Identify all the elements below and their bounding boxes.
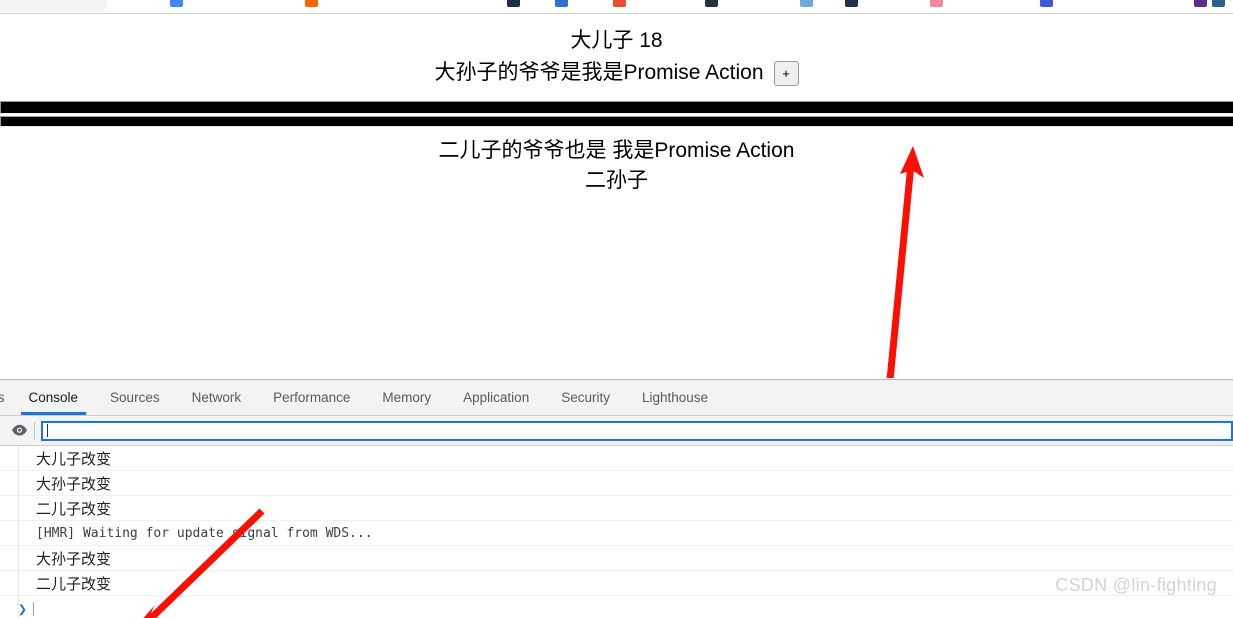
console-gutter bbox=[18, 446, 19, 618]
divider-bar-top bbox=[0, 101, 1233, 114]
browser-chrome-strip bbox=[0, 0, 1233, 14]
console-message-row: 大孙子改变 bbox=[0, 471, 1233, 496]
console-message-row: [HMR] Waiting for update signal from WDS… bbox=[0, 521, 1233, 546]
devtools-tab-memory[interactable]: Memory bbox=[366, 380, 447, 415]
browser-tab-stub[interactable] bbox=[0, 0, 108, 12]
devtools-tab-lighthouse[interactable]: Lighthouse bbox=[626, 380, 724, 415]
console-message-row: 大孙子改变 bbox=[0, 546, 1233, 571]
console-prompt[interactable]: ❯ bbox=[0, 596, 1233, 618]
console-rows: 大儿子改变 大孙子改变 二儿子改变 [HMR] Waiting for update … bbox=[0, 446, 1233, 596]
row-da-sunzi: 大孙子的爷爷是我是Promise Action + bbox=[0, 58, 1233, 88]
console-message-row: 二儿子改变 bbox=[0, 496, 1233, 521]
favicon-indigo[interactable] bbox=[1040, 0, 1053, 7]
add-button[interactable]: + bbox=[773, 60, 799, 86]
console-message-list[interactable]: 大儿子改变 大孙子改变 二儿子改变 [HMR] Waiting for update … bbox=[0, 446, 1233, 618]
console-toolbar bbox=[0, 416, 1233, 446]
favicon-steel[interactable] bbox=[1212, 0, 1225, 7]
favicon-navy-2[interactable] bbox=[845, 0, 858, 7]
devtools-tab-sources[interactable]: Sources bbox=[94, 380, 176, 415]
favicon-orange[interactable] bbox=[305, 0, 318, 7]
toolbar-divider bbox=[34, 421, 35, 440]
favicon-blue[interactable] bbox=[170, 0, 183, 7]
favicon-pink[interactable] bbox=[930, 0, 943, 7]
prompt-caret bbox=[33, 601, 35, 616]
text-caret bbox=[47, 424, 48, 437]
devtools-panel: tsConsoleSourcesNetworkPerformanceMemory… bbox=[0, 379, 1233, 618]
devtools-tab-network[interactable]: Network bbox=[176, 380, 258, 415]
text-da-erzi-age: 大儿子 18 bbox=[570, 29, 663, 52]
devtools-tab-bar: tsConsoleSourcesNetworkPerformanceMemory… bbox=[0, 380, 1233, 416]
text-er-erzi-promise: 二儿子的爷爷也是 我是Promise Action bbox=[438, 139, 795, 162]
favicon-dark[interactable] bbox=[705, 0, 718, 7]
devtools-tab-ts[interactable]: ts bbox=[0, 380, 13, 415]
devtools-tab-application[interactable]: Application bbox=[447, 380, 545, 415]
divider-bar-bottom bbox=[0, 116, 1233, 127]
text-da-sunzi-promise: 大孙子的爷爷是我是Promise Action bbox=[434, 61, 764, 84]
eye-icon[interactable] bbox=[6, 424, 32, 437]
favicon-purple[interactable] bbox=[1194, 0, 1207, 7]
favicon-blue-2[interactable] bbox=[555, 0, 568, 7]
live-expression-input[interactable] bbox=[41, 420, 1233, 441]
devtools-tab-performance[interactable]: Performance bbox=[257, 380, 366, 415]
text-er-sunzi: 二孙子 bbox=[585, 169, 648, 192]
page-viewport: 大儿子 18 大孙子的爷爷是我是Promise Action + 二儿子的爷爷也… bbox=[0, 14, 1233, 378]
console-message-row: 大儿子改变 bbox=[0, 446, 1233, 471]
favicon-sky[interactable] bbox=[800, 0, 813, 7]
console-message-row: 二儿子改变 bbox=[0, 571, 1233, 596]
devtools-tab-console[interactable]: Console bbox=[13, 380, 95, 415]
favicon-navy[interactable] bbox=[507, 0, 520, 7]
chevron-right-icon: ❯ bbox=[18, 599, 28, 618]
devtools-tab-security[interactable]: Security bbox=[545, 380, 626, 415]
favicon-red[interactable] bbox=[613, 0, 626, 7]
